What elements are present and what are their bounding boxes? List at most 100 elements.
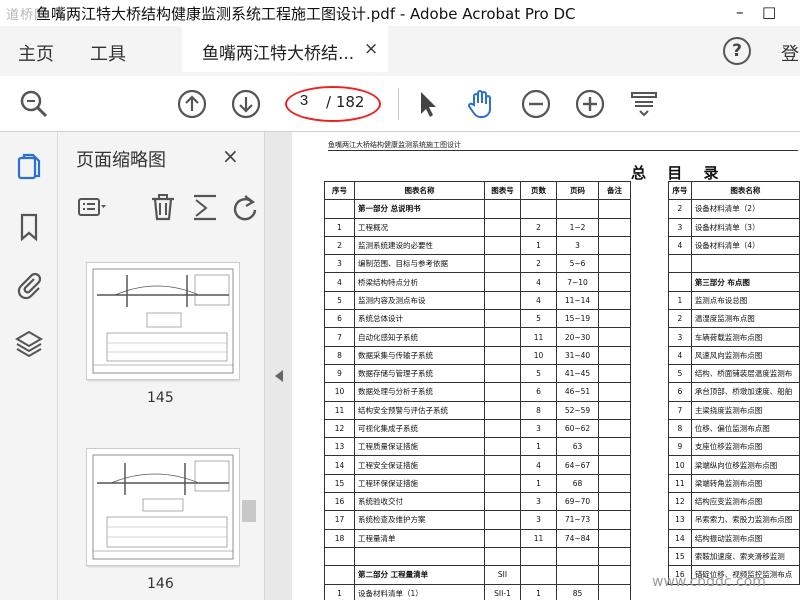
table-cell: 系统验收交付 — [354, 492, 485, 512]
table-cell: 41~45 — [556, 363, 599, 384]
table-cell: 11 — [520, 327, 557, 347]
table-row: 第三部分 布点图 — [668, 272, 800, 292]
table-row: 10 数据处理与分析子系统 6 46~51 — [324, 382, 631, 402]
document-view[interactable]: 鱼嘴两江大桥结构健康监测系统施工图设计 总 目 录 序号 图表名称 图表号 页数… — [292, 132, 800, 600]
table-cell — [484, 217, 521, 237]
panel-title: 页面缩略图 — [76, 150, 166, 171]
collapse-arrow-icon[interactable] — [275, 370, 283, 382]
table-cell: 数据处理与分析子系统 — [354, 382, 485, 402]
maximize-button[interactable]: □ — [762, 3, 776, 21]
table-cell: 吊索索力、索股力监测布点图 — [690, 510, 800, 530]
table-cell: 69~70 — [556, 492, 599, 512]
table-cell: 18 — [324, 528, 355, 548]
layers-icon[interactable] — [14, 328, 44, 358]
table-cell — [484, 199, 521, 219]
table-cell: 11 — [520, 528, 557, 548]
thumbnail-page-number: 145 — [147, 390, 174, 406]
column-header: 图表号 — [484, 180, 521, 201]
table-cell: 8 — [668, 418, 692, 439]
zoom-in-icon[interactable] — [574, 88, 606, 120]
column-header: 图表名称 — [354, 180, 485, 201]
table-cell — [484, 437, 521, 457]
table-cell — [598, 363, 631, 384]
panel-collapse-handle[interactable] — [264, 132, 292, 600]
table-cell: 7 — [668, 400, 692, 420]
table-cell: 1 — [668, 290, 692, 311]
table-cell: 7 — [324, 327, 355, 347]
thumbnail-scrollbar[interactable] — [240, 242, 258, 600]
table-cell — [598, 345, 631, 365]
tools-menu[interactable]: 工具 — [90, 40, 126, 66]
table-row: 11 结构安全预警与评估子系统 8 52~59 — [324, 400, 631, 420]
table-cell — [598, 583, 631, 600]
table-row: 16 系统验收交付 3 69~70 — [324, 492, 631, 512]
table-cell — [598, 473, 631, 494]
column-header: 图表名称 — [690, 180, 800, 201]
close-tab-icon[interactable]: × — [364, 39, 378, 59]
column-header: 序号 — [668, 180, 692, 201]
rotate-page-icon[interactable] — [230, 192, 260, 222]
page-thumbnail-145[interactable] — [86, 262, 240, 380]
minimize-button[interactable]: – — [736, 3, 744, 21]
document-tab[interactable]: 鱼嘴两江特大桥结... × — [182, 26, 388, 72]
table-row: 5 监测内容及测点布设 4 11~14 — [324, 290, 631, 311]
scroll-mode-icon[interactable] — [628, 88, 660, 120]
table-cell: 13 — [324, 437, 355, 457]
table-cell — [690, 254, 800, 274]
sign-in-link[interactable]: 登 — [781, 40, 799, 66]
table-cell: 数据存储与管理子系统 — [354, 363, 485, 384]
next-page-icon[interactable] — [230, 88, 262, 120]
table-cell — [556, 199, 599, 219]
table-cell: 74~84 — [556, 528, 599, 548]
table-row: 1 工程概况 2 1~2 — [324, 217, 631, 237]
table-row: 14 工程安全保证措施 4 64~67 — [324, 455, 631, 475]
panel-close-icon[interactable]: × — [222, 144, 239, 168]
table-cell: 68 — [556, 473, 599, 494]
home-menu[interactable]: 主页 — [18, 40, 54, 66]
table-cell — [484, 400, 521, 420]
table-cell: 3 — [520, 510, 557, 530]
table-cell: 工程安全保证措施 — [354, 455, 485, 475]
table-cell: 12 — [668, 492, 692, 512]
scrollbar-thumb[interactable] — [242, 500, 256, 522]
table-row: 第二部分 工程量清单 SII — [324, 565, 631, 585]
table-cell: 支座位移监测布点图 — [690, 437, 800, 457]
table-cell: 结构应变监测布点图 — [690, 492, 800, 512]
delete-page-icon[interactable] — [148, 192, 178, 222]
previous-page-icon[interactable] — [176, 88, 208, 120]
table-cell — [484, 254, 521, 274]
index-table-continued: 序号 图表名称 2 设备材料清单（2） 3 设备材料清单（3） 4 设备材料清单（4） 第三… — [668, 180, 800, 585]
table-cell — [484, 418, 521, 439]
table-cell: 10 — [324, 382, 355, 402]
table-cell: 5~6 — [556, 254, 599, 274]
table-cell: 数据采集与传输子系统 — [354, 345, 485, 365]
bookmark-icon[interactable] — [14, 212, 44, 242]
attachment-icon[interactable] — [14, 270, 44, 300]
table-cell — [484, 510, 521, 530]
zoom-search-icon[interactable] — [18, 88, 50, 120]
table-cell: 设备材料清单（2） — [690, 199, 800, 219]
hand-tool-icon[interactable] — [464, 88, 496, 120]
table-row: 2 设备材料清单（2） — [668, 199, 800, 219]
table-row: 14 结构振动监测布点图 — [668, 528, 800, 548]
extract-page-icon[interactable] — [190, 192, 220, 222]
select-arrow-icon[interactable] — [412, 88, 444, 120]
help-icon[interactable]: ? — [723, 37, 751, 65]
zoom-out-icon[interactable] — [520, 88, 552, 120]
thumbnail-options-icon[interactable] — [76, 192, 106, 222]
table-cell — [556, 565, 599, 585]
table-cell — [484, 363, 521, 384]
table-cell: 系统总体设计 — [354, 309, 485, 329]
page-thumbnails-icon[interactable] — [14, 152, 44, 182]
table-cell: 1~2 — [556, 217, 599, 237]
page-thumbnail-146[interactable] — [86, 448, 240, 566]
table-cell: 结构安全预警与评估子系统 — [354, 400, 485, 420]
table-cell: 2 — [520, 217, 557, 237]
table-cell: 2 — [668, 199, 692, 219]
table-cell: 工程概况 — [354, 217, 485, 237]
table-cell: 20~30 — [556, 327, 599, 347]
table-cell: 第二部分 工程量清单 — [354, 565, 485, 585]
table-cell: 主梁挠度监测布点图 — [690, 400, 800, 420]
table-cell: 63 — [556, 437, 599, 457]
table-cell: 4 — [520, 455, 557, 475]
